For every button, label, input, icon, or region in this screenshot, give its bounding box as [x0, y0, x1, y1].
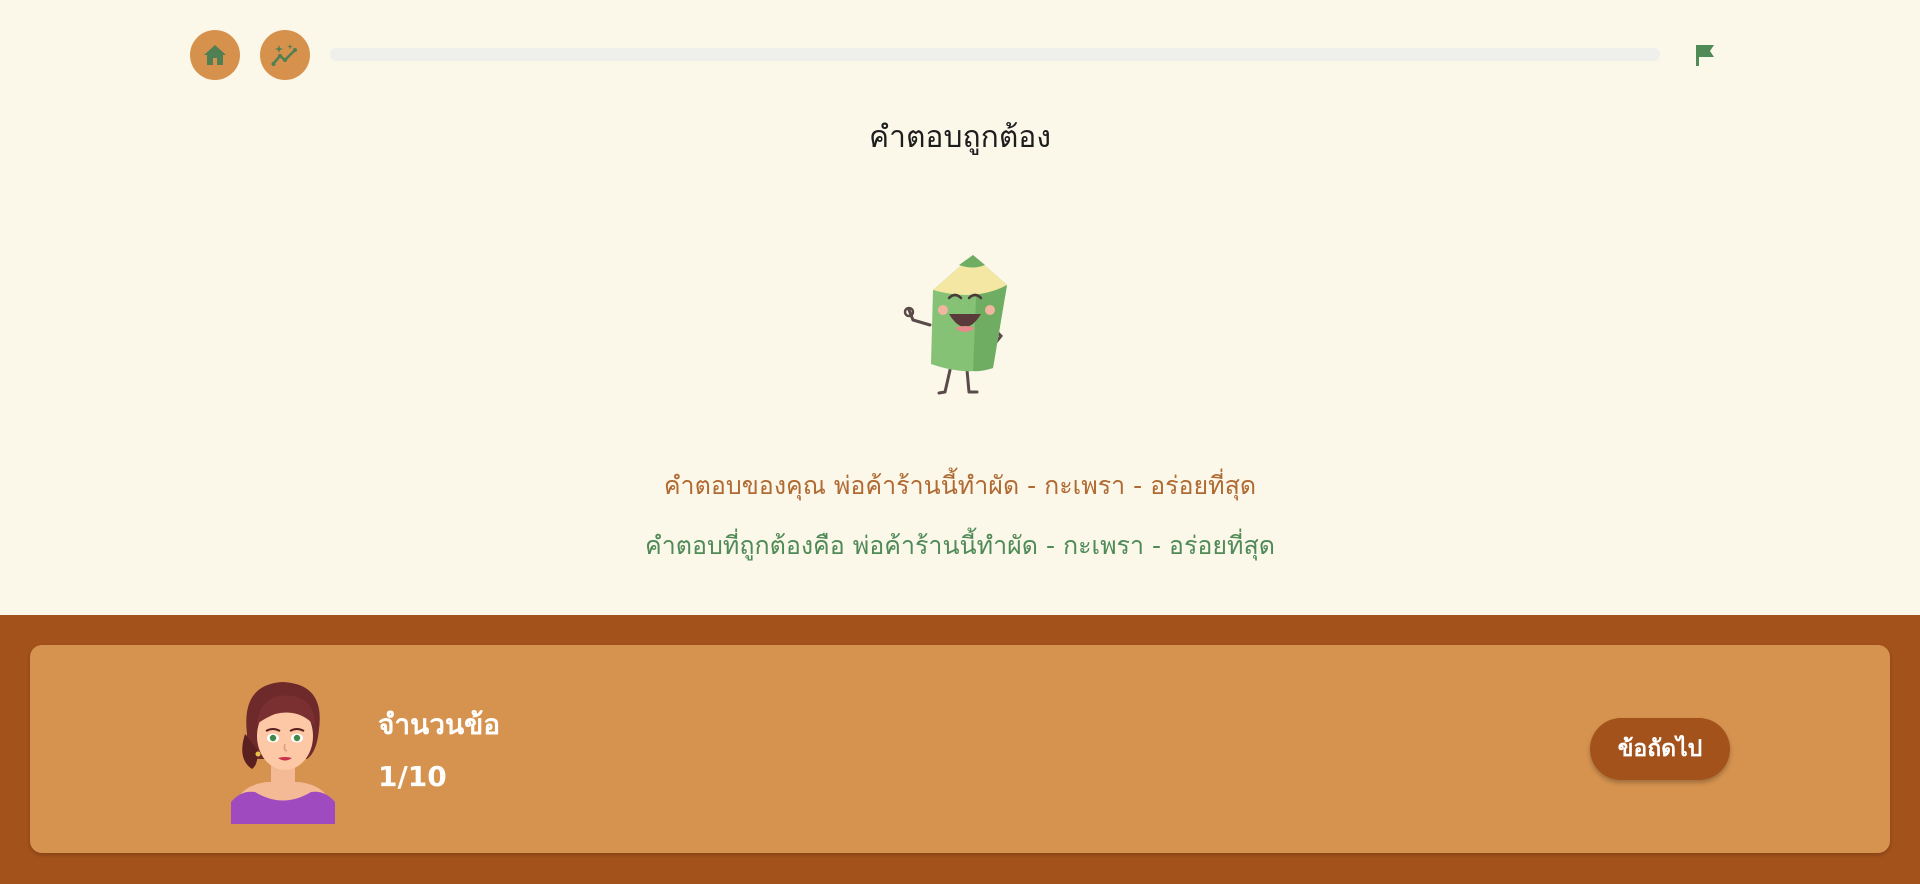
mascot-illustration — [903, 255, 1007, 395]
footer-panel: จำนวนข้อ 1/10 ข้อถัดไป — [0, 615, 1920, 884]
home-button[interactable] — [190, 30, 240, 80]
status-card: จำนวนข้อ 1/10 ข้อถัดไป — [30, 645, 1890, 853]
question-count-value: 1/10 — [378, 760, 447, 793]
top-bar — [190, 30, 1730, 80]
chart-sparkle-icon — [271, 44, 297, 66]
question-count-label: จำนวนข้อ — [378, 708, 501, 741]
home-icon — [204, 45, 226, 65]
correct-answer-text: คำตอบที่ถูกต้องคือ พ่อค้าร้านนี้ทำผัด - … — [644, 531, 1276, 560]
your-answer-text: คำตอบของคุณ พ่อค้าร้านนี้ทำผัด - กะเพรา … — [663, 471, 1257, 500]
flag-icon[interactable] — [1692, 42, 1718, 68]
progress-bar — [330, 48, 1660, 61]
stats-button[interactable] — [260, 30, 310, 80]
next-question-button[interactable]: ข้อถัดไป — [1590, 718, 1730, 780]
result-title: คำตอบถูกต้อง — [869, 120, 1051, 155]
avatar — [231, 682, 335, 824]
